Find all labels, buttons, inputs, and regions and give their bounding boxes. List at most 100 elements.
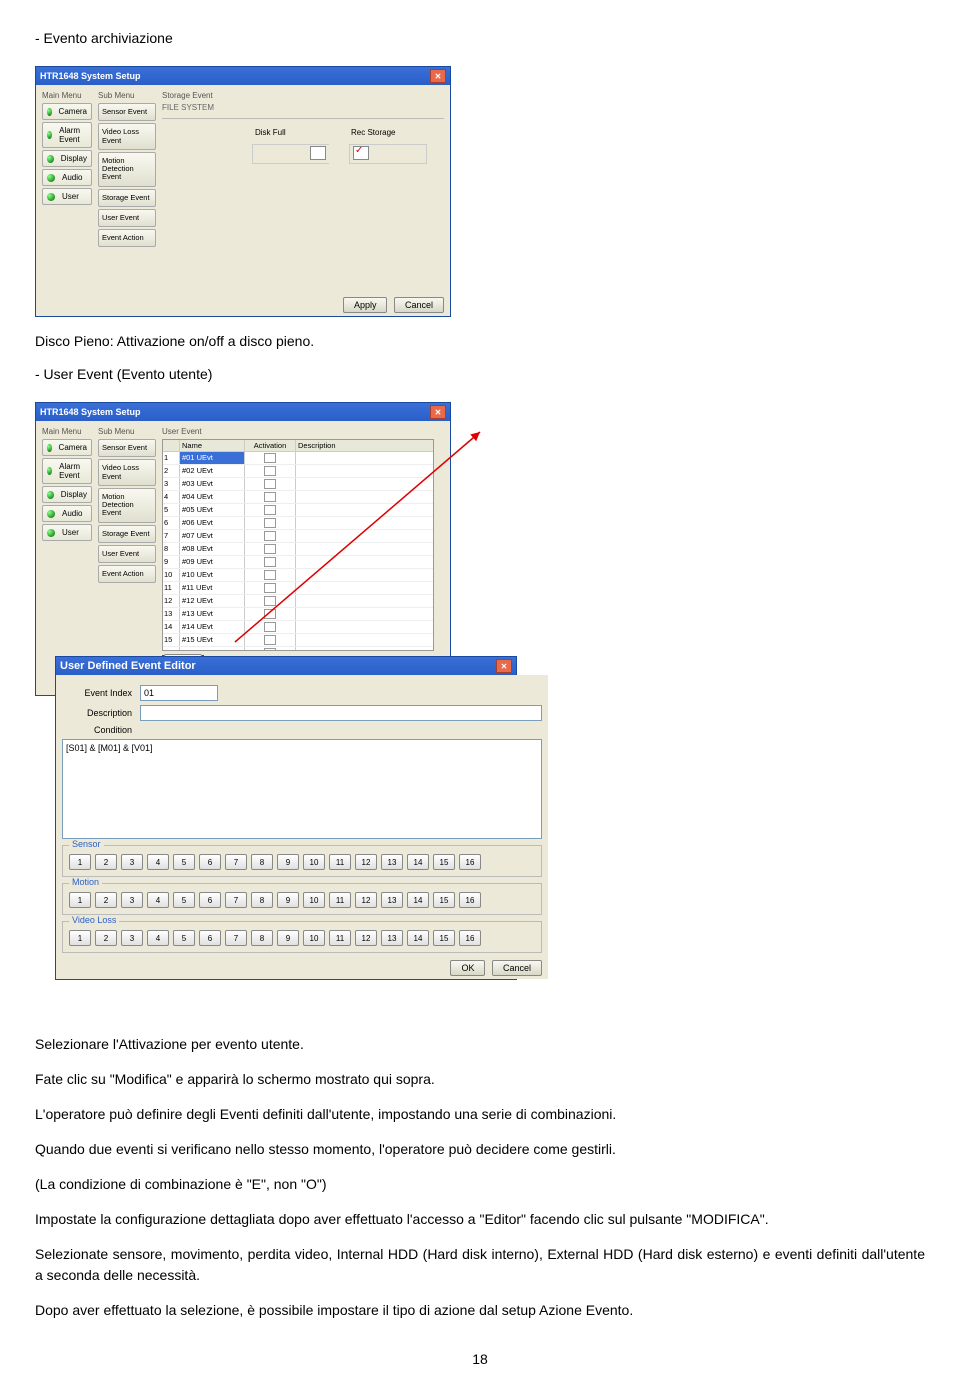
sub-user-event[interactable]: User Event <box>98 545 156 563</box>
channel-button-14[interactable]: 14 <box>407 854 429 870</box>
sub-user-event[interactable]: User Event <box>98 209 156 227</box>
sub-motion[interactable]: Motion Detection Event <box>98 488 156 523</box>
channel-button-4[interactable]: 4 <box>147 892 169 908</box>
main-menu-display[interactable]: Display <box>42 150 92 167</box>
table-row[interactable]: 7#07 UEvt <box>163 530 433 543</box>
disk-full-checkbox[interactable] <box>310 146 326 160</box>
main-menu-user[interactable]: User <box>42 188 92 205</box>
table-row[interactable]: 15#15 UEvt <box>163 634 433 647</box>
cancel-button[interactable]: Cancel <box>394 297 444 313</box>
channel-button-13[interactable]: 13 <box>381 854 403 870</box>
channel-button-4[interactable]: 4 <box>147 930 169 946</box>
channel-button-9[interactable]: 9 <box>277 930 299 946</box>
channel-button-8[interactable]: 8 <box>251 892 273 908</box>
main-menu-camera[interactable]: Camera <box>42 439 92 456</box>
channel-button-12[interactable]: 12 <box>355 892 377 908</box>
channel-button-5[interactable]: 5 <box>173 930 195 946</box>
channel-button-4[interactable]: 4 <box>147 854 169 870</box>
channel-button-11[interactable]: 11 <box>329 892 351 908</box>
table-row[interactable]: 3#03 UEvt <box>163 478 433 491</box>
rec-storage-checkbox[interactable] <box>353 146 369 160</box>
channel-button-11[interactable]: 11 <box>329 854 351 870</box>
channel-button-15[interactable]: 15 <box>433 892 455 908</box>
channel-button-6[interactable]: 6 <box>199 930 221 946</box>
sub-storage[interactable]: Storage Event <box>98 525 156 543</box>
channel-button-14[interactable]: 14 <box>407 892 429 908</box>
main-menu-audio[interactable]: Audio <box>42 505 92 522</box>
channel-button-2[interactable]: 2 <box>95 930 117 946</box>
channel-button-12[interactable]: 12 <box>355 854 377 870</box>
channel-button-1[interactable]: 1 <box>69 930 91 946</box>
main-menu-display[interactable]: Display <box>42 486 92 503</box>
channel-button-13[interactable]: 13 <box>381 930 403 946</box>
channel-button-9[interactable]: 9 <box>277 854 299 870</box>
channel-button-10[interactable]: 10 <box>303 892 325 908</box>
channel-button-12[interactable]: 12 <box>355 930 377 946</box>
channel-button-3[interactable]: 3 <box>121 892 143 908</box>
channel-button-5[interactable]: 5 <box>173 892 195 908</box>
close-icon[interactable]: ✕ <box>496 659 512 673</box>
table-row[interactable]: 2#02 UEvt <box>163 465 433 478</box>
channel-button-3[interactable]: 3 <box>121 930 143 946</box>
channel-button-9[interactable]: 9 <box>277 892 299 908</box>
sub-event-action[interactable]: Event Action <box>98 565 156 583</box>
main-menu-camera[interactable]: Camera <box>42 103 92 120</box>
channel-button-10[interactable]: 10 <box>303 930 325 946</box>
table-row[interactable]: 11#11 UEvt <box>163 582 433 595</box>
sub-motion[interactable]: Motion Detection Event <box>98 152 156 187</box>
main-menu-user[interactable]: User <box>42 524 92 541</box>
main-menu-alarm[interactable]: Alarm Event <box>42 458 92 484</box>
close-icon[interactable]: ✕ <box>430 69 446 83</box>
description-label: Description <box>62 708 132 718</box>
sub-sensor-event[interactable]: Sensor Event <box>98 439 156 457</box>
condition-textarea[interactable]: [S01] & [M01] & [V01] <box>62 739 542 839</box>
event-index-field[interactable]: 01 <box>140 685 218 701</box>
channel-button-16[interactable]: 16 <box>459 892 481 908</box>
channel-button-10[interactable]: 10 <box>303 854 325 870</box>
table-row[interactable]: 6#06 UEvt <box>163 517 433 530</box>
channel-button-15[interactable]: 15 <box>433 930 455 946</box>
channel-button-13[interactable]: 13 <box>381 892 403 908</box>
table-row[interactable]: 16#16 UEvt <box>163 647 433 651</box>
main-menu-audio[interactable]: Audio <box>42 169 92 186</box>
channel-button-6[interactable]: 6 <box>199 854 221 870</box>
channel-button-15[interactable]: 15 <box>433 854 455 870</box>
table-row[interactable]: 8#08 UEvt <box>163 543 433 556</box>
channel-button-7[interactable]: 7 <box>225 930 247 946</box>
channel-button-7[interactable]: 7 <box>225 892 247 908</box>
table-row[interactable]: 1#01 UEvt <box>163 452 433 465</box>
main-menu-alarm[interactable]: Alarm Event <box>42 122 92 148</box>
channel-button-1[interactable]: 1 <box>69 854 91 870</box>
sub-event-action[interactable]: Event Action <box>98 229 156 247</box>
channel-button-16[interactable]: 16 <box>459 854 481 870</box>
channel-button-5[interactable]: 5 <box>173 854 195 870</box>
body-text: Selezionate sensore, movimento, perdita … <box>35 1244 925 1286</box>
sub-video-loss[interactable]: Video Loss Event <box>98 123 156 150</box>
sub-sensor-event[interactable]: Sensor Event <box>98 103 156 121</box>
channel-button-7[interactable]: 7 <box>225 854 247 870</box>
channel-button-2[interactable]: 2 <box>95 854 117 870</box>
channel-button-11[interactable]: 11 <box>329 930 351 946</box>
table-row[interactable]: 10#10 UEvt <box>163 569 433 582</box>
channel-button-8[interactable]: 8 <box>251 854 273 870</box>
close-icon[interactable]: ✕ <box>430 405 446 419</box>
table-row[interactable]: 12#12 UEvt <box>163 595 433 608</box>
channel-button-16[interactable]: 16 <box>459 930 481 946</box>
channel-button-14[interactable]: 14 <box>407 930 429 946</box>
channel-button-8[interactable]: 8 <box>251 930 273 946</box>
ok-button[interactable]: OK <box>450 960 485 976</box>
sub-storage[interactable]: Storage Event <box>98 189 156 207</box>
cancel-button[interactable]: Cancel <box>492 960 542 976</box>
sub-video-loss[interactable]: Video Loss Event <box>98 459 156 486</box>
description-field[interactable] <box>140 705 542 721</box>
channel-button-1[interactable]: 1 <box>69 892 91 908</box>
table-row[interactable]: 13#13 UEvt <box>163 608 433 621</box>
channel-button-2[interactable]: 2 <box>95 892 117 908</box>
table-row[interactable]: 14#14 UEvt <box>163 621 433 634</box>
apply-button[interactable]: Apply <box>343 297 388 313</box>
table-row[interactable]: 9#09 UEvt <box>163 556 433 569</box>
channel-button-6[interactable]: 6 <box>199 892 221 908</box>
table-row[interactable]: 5#05 UEvt <box>163 504 433 517</box>
channel-button-3[interactable]: 3 <box>121 854 143 870</box>
table-row[interactable]: 4#04 UEvt <box>163 491 433 504</box>
